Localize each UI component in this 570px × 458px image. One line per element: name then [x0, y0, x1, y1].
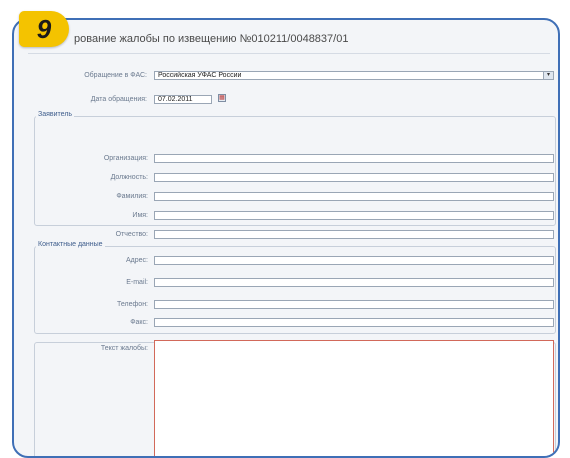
date-label: Дата обращения:	[90, 96, 147, 103]
first-name-label: Имя:	[132, 212, 148, 219]
last-name-input[interactable]	[154, 192, 554, 201]
patronymic-input[interactable]	[154, 230, 554, 239]
complaint-text-label: Текст жалобы:	[100, 345, 148, 352]
email-input[interactable]	[154, 278, 554, 287]
date-input[interactable]: 07.02.2011	[154, 95, 212, 104]
calendar-icon[interactable]: ▦	[218, 94, 226, 102]
phone-input[interactable]	[154, 300, 554, 309]
address-input[interactable]	[154, 256, 554, 265]
last-name-label: Фамилия:	[116, 193, 148, 200]
fax-label: Факс:	[130, 319, 148, 326]
position-input[interactable]	[154, 173, 554, 182]
step-number-badge: 9	[19, 11, 69, 47]
applicant-legend: Заявитель	[36, 111, 75, 118]
appeal-to-select[interactable]: Российская УФАС России ▾	[154, 71, 554, 80]
fax-input[interactable]	[154, 318, 554, 327]
complaint-text-area[interactable]	[154, 340, 554, 456]
contacts-legend: Контактные данные	[36, 241, 105, 248]
patronymic-label: Отчество:	[115, 231, 148, 238]
appeal-to-label: Обращение в ФАС:	[84, 72, 147, 79]
phone-label: Телефон:	[117, 301, 148, 308]
email-label: E-mail:	[126, 279, 148, 286]
organization-input[interactable]	[154, 154, 554, 163]
dropdown-arrow-icon[interactable]: ▾	[543, 72, 553, 79]
organization-label: Организация:	[103, 155, 148, 162]
date-value: 07.02.2011	[158, 96, 193, 103]
applicant-fieldset	[34, 116, 556, 226]
complaint-form-window: рование жалобы по извещению №010211/0048…	[12, 18, 560, 458]
title-divider	[28, 53, 550, 54]
appeal-to-value: Российская УФАС России	[158, 72, 242, 79]
position-label: Должность:	[110, 174, 148, 181]
address-label: Адрес:	[126, 257, 148, 264]
first-name-input[interactable]	[154, 211, 554, 220]
window-title: рование жалобы по извещению №010211/0048…	[74, 33, 349, 45]
